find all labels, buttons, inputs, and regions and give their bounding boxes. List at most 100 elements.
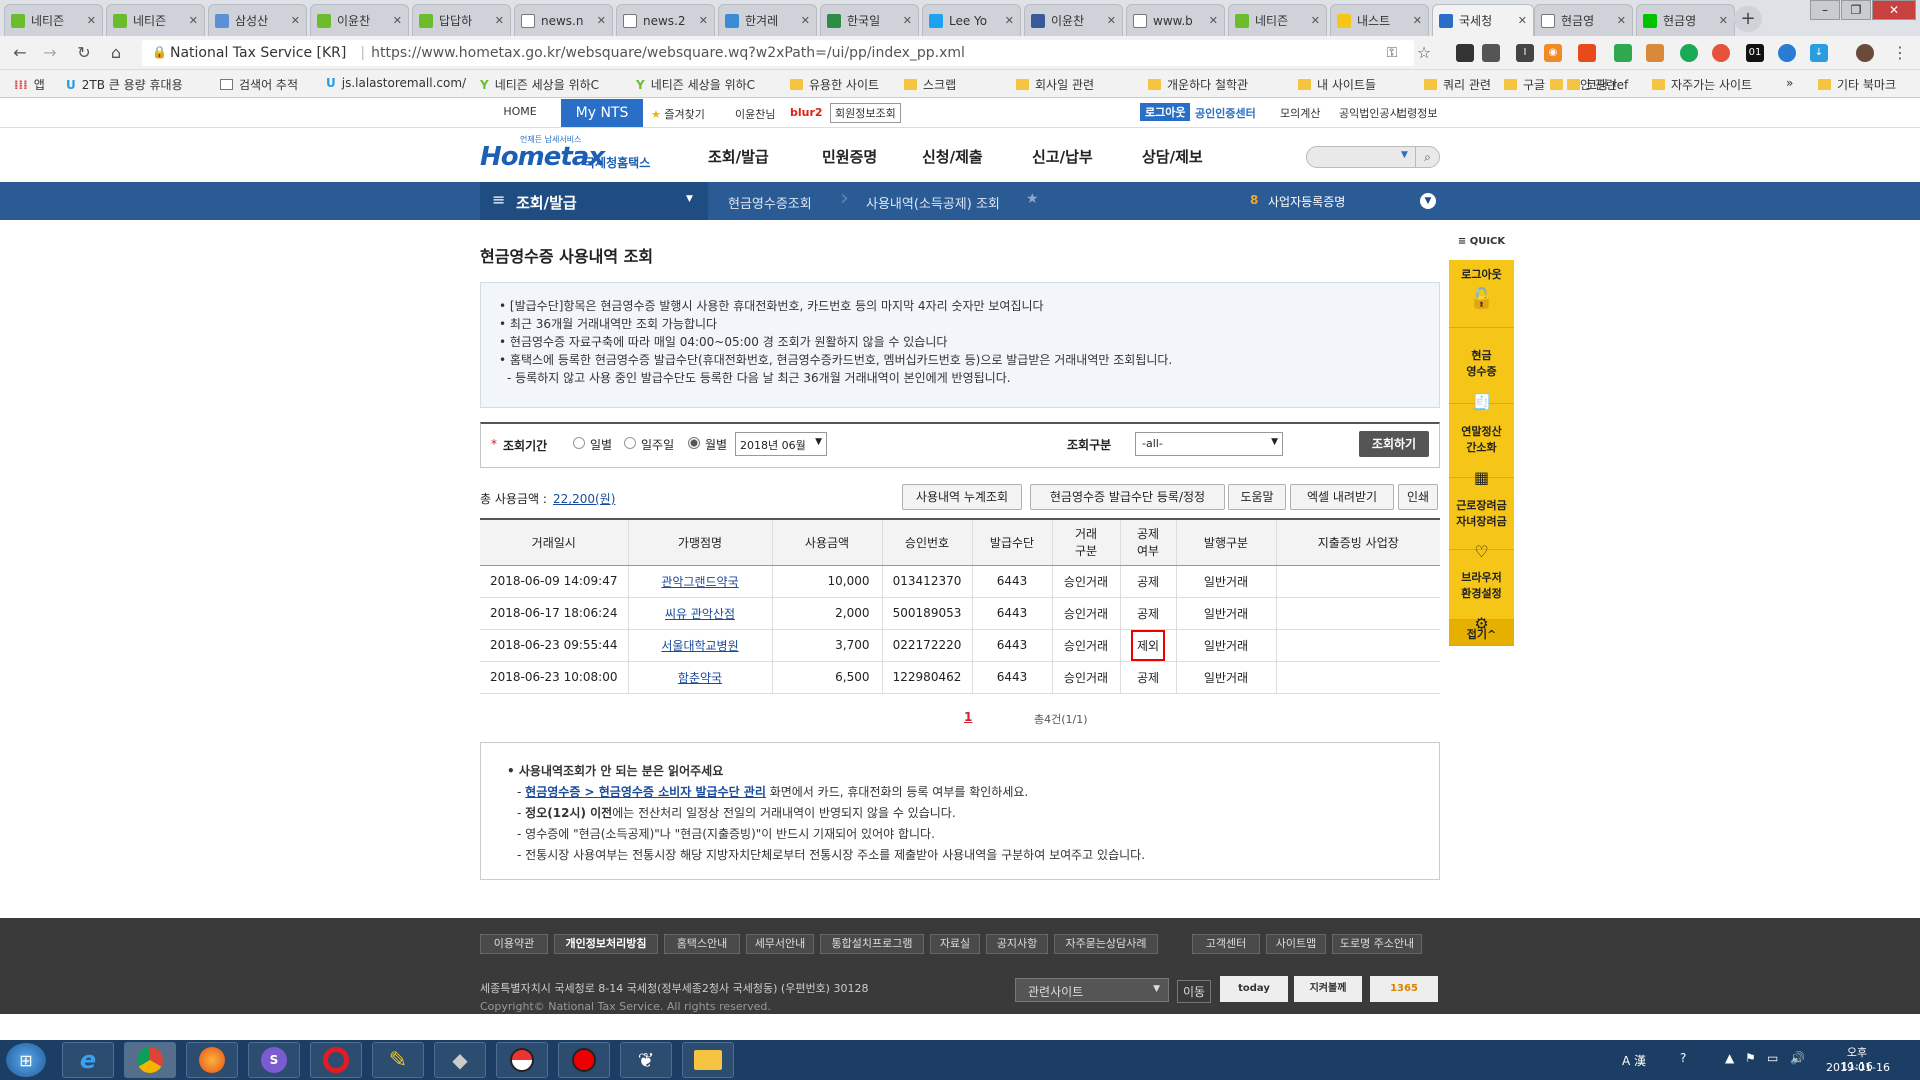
avatar[interactable] [1856,44,1874,62]
key-icon[interactable]: ⚿ [1382,43,1402,63]
browser-tab[interactable]: Lee Yo ✕ [922,4,1021,36]
total-value[interactable]: 22,200(원) [553,490,615,507]
pokeball-taskbar-icon[interactable] [496,1042,548,1078]
close-tab-icon[interactable]: ✕ [1413,14,1422,27]
chevron-down-icon[interactable]: ▼ [1420,193,1436,209]
bookmark-item[interactable]: 쿼리 관련 [1424,76,1491,93]
public-corp-link[interactable]: 공익법인공시 [1339,105,1400,121]
forward-icon[interactable]: → [40,43,60,63]
quick-logout[interactable]: 로그아웃 🔓 [1449,260,1514,328]
browser-tab[interactable]: news.2 ✕ [616,4,715,36]
close-tab-icon[interactable]: ✕ [597,14,606,27]
search-icon[interactable]: ⌕ [1415,147,1439,167]
footer-link[interactable]: 고객센터 [1192,934,1260,954]
browser-tab[interactable]: 국세청 ✕ [1432,4,1534,36]
mock-calc-link[interactable]: 모의계산 [1280,105,1320,121]
member-info-button[interactable]: 회원정보조회 [830,103,901,123]
hometax-logo[interactable]: 언제든 납세서비스 Hometax 국세청홈택스 [480,134,660,176]
tool-taskbar-icon[interactable]: ✎ [372,1042,424,1078]
close-tab-icon[interactable]: ✕ [1617,14,1626,27]
merchant-link[interactable]: 관악그랜드약국 [661,575,738,589]
extension-icon[interactable] [1712,44,1730,62]
footer-link[interactable]: 사이트맵 [1266,934,1326,954]
home-link[interactable]: HOME [482,105,558,118]
quick-incentive[interactable]: 근로장려금 자녀장려금 ♡ [1449,478,1514,561]
excel-download-button[interactable]: 엑셀 내려받기 [1290,484,1394,510]
bookmark-item[interactable]: 구글 [1504,76,1545,93]
footer-link[interactable]: 홈택스안내 [664,934,740,954]
menu-inquiry[interactable]: 조회/발급 [708,146,769,167]
bookmark-item[interactable]: » [1786,76,1793,90]
extension-icon[interactable] [1578,44,1596,62]
tray-expand-icon[interactable]: ▲ [1725,1051,1734,1065]
url-input[interactable]: 🔒 National Tax Service [KR] | https://ww… [142,40,1414,66]
search-submit-button[interactable]: 조회하기 [1359,431,1429,457]
radio-daily[interactable] [573,437,585,449]
bookmark-item[interactable]: 내 사이트들 [1298,76,1376,93]
footer-link[interactable]: 도로명 주소안내 [1332,934,1422,954]
extension-icon[interactable] [1456,44,1474,62]
print-button[interactable]: 인쇄 [1398,484,1438,510]
browser-tab[interactable]: 한국일 ✕ [820,4,919,36]
browser-tab[interactable]: 한겨레 ✕ [718,4,817,36]
footer-link[interactable]: 통합설치프로그램 [820,934,924,954]
footer-link[interactable]: 자주묻는상담사례 [1054,934,1158,954]
browser-tab[interactable]: 네티즌 ✕ [1228,4,1327,36]
browser-tab[interactable]: 현금영 ✕ [1534,4,1633,36]
mynts-tab[interactable]: My NTS [561,99,643,127]
start-button[interactable]: ⊞ [6,1043,46,1077]
quick-yearend[interactable]: 연말정산 간소화 ▦ [1449,404,1514,487]
footer-link[interactable]: 이용약관 [480,934,548,954]
method-manage-link[interactable]: 현금영수증 > 현금영수증 소비자 발급수단 관리 [525,785,766,799]
volume-icon[interactable]: 🔊 [1790,1051,1805,1065]
badge-1365[interactable]: 1365 [1370,976,1438,1002]
clock-date[interactable]: 2019-01-16 [1822,1061,1894,1074]
recent-menu-label[interactable]: 사업자등록증명 [1268,193,1345,210]
record-taskbar-icon[interactable] [558,1042,610,1078]
close-tab-icon[interactable]: ✕ [189,14,198,27]
month-select[interactable]: 2018년 06월 ▼ [735,432,827,456]
home-icon[interactable]: ⌂ [106,43,126,63]
footer-link[interactable]: 개인정보처리방침 [554,934,658,954]
bookmark-item[interactable]: 검색어 추적 [220,76,298,93]
browser-tab[interactable]: 이윤찬 ✕ [310,4,409,36]
flag-icon[interactable]: ⚑ [1745,1051,1756,1065]
breadcrumb-cash-receipt[interactable]: 현금영수증조회 [728,193,812,212]
star-icon[interactable]: ☆ [1414,43,1434,63]
close-window-button[interactable]: ✕ [1872,0,1916,20]
footer-link[interactable]: 세무서안내 [746,934,814,954]
bookmark-item[interactable]: 회사일 관련 [1016,76,1094,93]
close-tab-icon[interactable]: ✕ [87,14,96,27]
close-tab-icon[interactable]: ✕ [1005,14,1014,27]
cumulative-button[interactable]: 사용내역 누계조회 [902,484,1022,510]
cookie-icon[interactable] [1646,44,1664,62]
radio-monthly[interactable] [688,437,700,449]
bookmark-item[interactable]: 개운하다 철학관 [1148,76,1248,93]
merchant-link[interactable]: 서울대학교병원 [661,639,738,653]
merchant-link[interactable]: 씨유 관악산점 [665,607,735,621]
chrome-taskbar-icon[interactable] [124,1042,176,1078]
bookmark-item[interactable]: 스크랩 [904,76,956,93]
close-tab-icon[interactable]: ✕ [495,14,504,27]
ie-taskbar-icon[interactable]: e [62,1042,114,1078]
radio-weekly[interactable] [624,437,636,449]
close-tab-icon[interactable]: ✕ [393,14,402,27]
close-tab-icon[interactable]: ✕ [903,14,912,27]
tree-taskbar-icon[interactable]: ❦ [620,1042,672,1078]
current-menu-dropdown[interactable]: ≡ 조회/발급 ▼ [480,182,708,220]
site-search-input[interactable]: ▼ ⌕ [1306,146,1440,168]
help-button[interactable]: 도움말 [1228,484,1286,510]
reload-icon[interactable]: ↻ [74,43,94,63]
favorites-link[interactable]: ★ 즐겨찾기 [651,106,705,122]
restore-button[interactable]: ❐ [1841,0,1871,20]
stack-taskbar-icon[interactable]: ◆ [434,1042,486,1078]
help-icon[interactable]: ? [1680,1051,1686,1065]
logout-button[interactable]: 로그아웃 [1140,103,1191,121]
browser-tab[interactable]: 삼성산 ✕ [208,4,307,36]
browser-tab[interactable]: 이윤찬 ✕ [1024,4,1123,36]
network-icon[interactable]: ▭ [1767,1051,1778,1065]
cert-center-link[interactable]: 공인인증센터 [1195,105,1256,121]
browser-tab[interactable]: 내스트 ✕ [1330,4,1429,36]
menu-consult[interactable]: 상담/제보 [1142,146,1203,167]
download-icon[interactable]: ↓ [1810,44,1828,62]
